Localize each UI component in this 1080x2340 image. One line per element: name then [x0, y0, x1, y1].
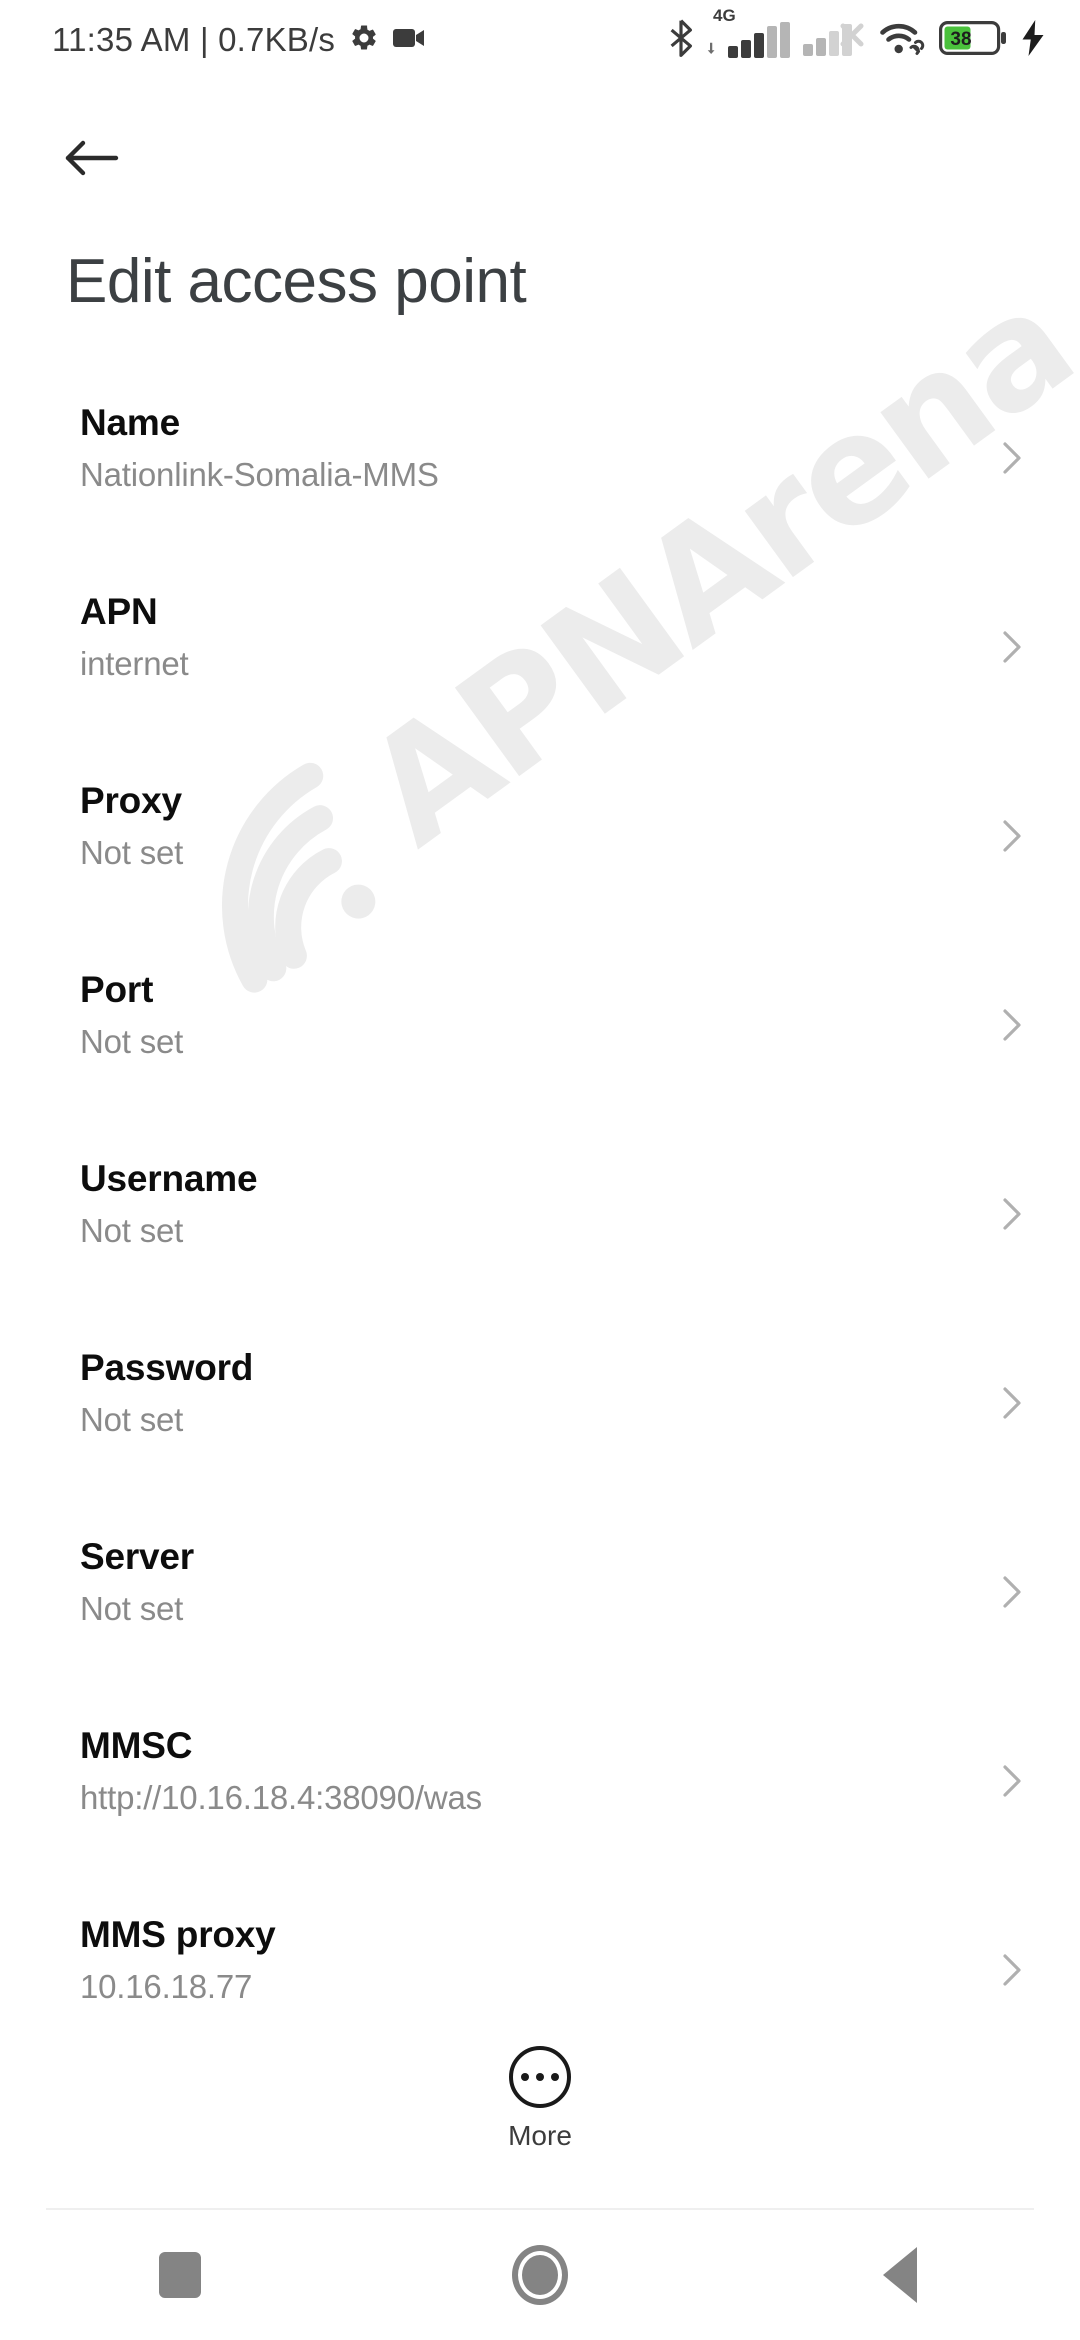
phone-screen: APNArena 11:35 AM | 0.7KB/s 4G 38 Edit a…: [0, 0, 1080, 2340]
chevron-right-icon: [990, 814, 1034, 858]
status-bar-left: 11:35 AM | 0.7KB/s: [52, 21, 425, 59]
page-title: Edit access point: [66, 247, 527, 316]
list-item-server[interactable]: Server Not set: [0, 1538, 1080, 1727]
more-dot: [536, 2073, 544, 2081]
status-bar-right: 4G 38: [668, 6, 1046, 62]
chevron-right-icon: [990, 1759, 1034, 1803]
charging-bolt-icon: [1020, 19, 1046, 61]
row-value: Not set: [80, 834, 184, 871]
network-type-label: 4G: [713, 6, 736, 25]
row-title: Port: [80, 969, 154, 1010]
list-item-mmsc[interactable]: MMSC http://10.16.18.4:38090/was: [0, 1727, 1080, 1916]
list-item-port[interactable]: Port Not set: [0, 971, 1080, 1160]
chevron-right-icon: [990, 1381, 1034, 1425]
list-item-username[interactable]: Username Not set: [0, 1160, 1080, 1349]
more-dot: [521, 2073, 529, 2081]
row-title: Name: [80, 402, 180, 443]
row-value: Not set: [80, 1023, 184, 1060]
triangle-back-icon: [883, 2247, 917, 2303]
row-value: http://10.16.18.4:38090/was: [80, 1779, 482, 1816]
more-label: More: [508, 2120, 572, 2151]
wifi-link-icon: [880, 20, 926, 61]
row-title: Username: [80, 1158, 258, 1199]
arrow-left-icon: [64, 136, 120, 185]
more-button[interactable]: More: [0, 2046, 1080, 2152]
square-recents-icon: [159, 2252, 201, 2298]
row-title: MMSC: [80, 1725, 193, 1766]
nav-recents-button[interactable]: [90, 2210, 270, 2340]
chevron-right-icon: [990, 1948, 1034, 1992]
battery-icon: 38: [939, 20, 1007, 60]
chevron-right-icon: [990, 1192, 1034, 1236]
nav-home-button[interactable]: [450, 2210, 630, 2340]
row-value: Not set: [80, 1212, 184, 1249]
more-dot: [551, 2073, 559, 2081]
row-title: APN: [80, 591, 158, 632]
android-navigation-bar: [0, 2210, 1080, 2340]
signal-bars-no-service-icon: [803, 20, 867, 61]
chevron-right-icon: [990, 436, 1034, 480]
home-inner-circle: [522, 2255, 558, 2295]
chevron-right-icon: [990, 625, 1034, 669]
row-title: Proxy: [80, 780, 182, 821]
row-value: Not set: [80, 1590, 184, 1627]
svg-text:38: 38: [950, 29, 971, 50]
apn-settings-list: Name Nationlink-Somalia-MMS APN internet…: [0, 404, 1080, 2105]
row-value: internet: [80, 645, 189, 682]
list-item-name[interactable]: Name Nationlink-Somalia-MMS: [0, 404, 1080, 593]
status-bar: 11:35 AM | 0.7KB/s 4G 38: [0, 0, 1080, 80]
row-value: Nationlink-Somalia-MMS: [80, 456, 439, 493]
video-camera-icon: [393, 27, 425, 54]
row-title: MMS proxy: [80, 1914, 276, 1955]
row-title: Server: [80, 1536, 195, 1577]
back-button[interactable]: [52, 120, 132, 200]
bluetooth-icon: [668, 19, 694, 62]
list-item-apn[interactable]: APN internet: [0, 593, 1080, 782]
nav-back-button[interactable]: [810, 2210, 990, 2340]
circle-home-icon: [512, 2245, 568, 2305]
signal-bars-icon: 4G: [707, 6, 790, 58]
list-item-proxy[interactable]: Proxy Not set: [0, 782, 1080, 971]
row-value: 10.16.18.77: [80, 1968, 253, 2005]
more-horizontal-circle-icon: [509, 2046, 571, 2108]
gear-icon: [349, 23, 379, 58]
status-clock: 11:35 AM | 0.7KB/s: [52, 21, 336, 58]
chevron-right-icon: [990, 1003, 1034, 1047]
list-item-password[interactable]: Password Not set: [0, 1349, 1080, 1538]
chevron-right-icon: [990, 1570, 1034, 1614]
row-title: Password: [80, 1347, 254, 1388]
row-value: Not set: [80, 1401, 184, 1438]
